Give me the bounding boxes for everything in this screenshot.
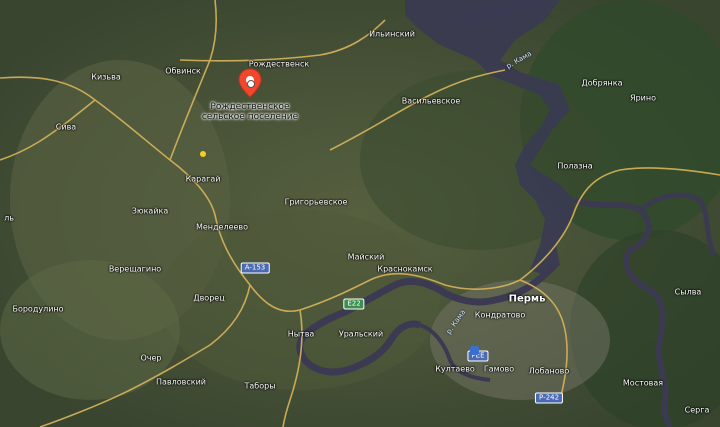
place-pavlovsky[interactable]: Павловский <box>156 378 206 387</box>
place-partial-left[interactable]: ль <box>4 214 14 223</box>
place-maysky[interactable]: Майский <box>348 253 385 262</box>
place-zyukayka[interactable]: Зюкайка <box>132 207 169 216</box>
place-siva[interactable]: Сива <box>56 123 76 132</box>
place-kondratovo[interactable]: Кондратово <box>475 311 525 320</box>
map-view[interactable]: Обвинск Рождественск Ильинский Кизьва Си… <box>0 0 720 427</box>
place-borodulino[interactable]: Бородулино <box>12 305 63 314</box>
place-kultaevo[interactable]: Култаево <box>435 365 475 374</box>
road-shield-e22: E22 <box>343 298 365 310</box>
road-shield-a153: A-153 <box>240 262 270 274</box>
place-polazna[interactable]: Полазна <box>557 162 592 171</box>
place-sylva[interactable]: Сылва <box>675 288 702 297</box>
place-uralsky[interactable]: Уральский <box>339 330 383 339</box>
place-vasilievskoe[interactable]: Васильевское <box>402 97 461 106</box>
place-dobryanka[interactable]: Добрянка <box>582 79 623 88</box>
place-dvorets[interactable]: Дворец <box>193 294 224 303</box>
place-kizva[interactable]: Кизьва <box>91 73 120 82</box>
place-perm[interactable]: Пермь <box>509 294 546 304</box>
poi-dot[interactable] <box>200 151 206 157</box>
place-ocher[interactable]: Очер <box>140 354 161 363</box>
selected-place-label-line1: Рождественское <box>210 102 290 112</box>
selected-place-label-line2: сельское поселение <box>201 112 299 122</box>
pin-anchor-dot <box>247 80 255 88</box>
place-vereshchagino[interactable]: Верещагино <box>109 265 161 274</box>
place-yarino[interactable]: Ярино <box>630 94 656 103</box>
place-karagay[interactable]: Карагай <box>186 175 221 184</box>
place-krasnokamsk[interactable]: Краснокамск <box>377 265 432 274</box>
place-nytva[interactable]: Нытва <box>288 330 315 339</box>
place-mostovaya[interactable]: Мостовая <box>623 379 663 388</box>
place-serga[interactable]: Серга <box>685 406 710 415</box>
selected-place-label[interactable]: Рождественское сельское поселение <box>202 102 298 122</box>
place-gamovo[interactable]: Гамово <box>484 365 514 374</box>
place-tabory[interactable]: Таборы <box>244 382 275 391</box>
road-shield-r242: Р-242 <box>534 392 564 404</box>
place-obvinsk[interactable]: Обвинск <box>165 67 201 76</box>
place-lobanovo[interactable]: Лобаново <box>529 367 569 376</box>
place-grigorievskoe[interactable]: Григорьевское <box>285 198 348 207</box>
airport-icon[interactable] <box>470 346 479 355</box>
satellite-terrain <box>0 0 720 427</box>
place-ilinsky[interactable]: Ильинский <box>369 30 415 39</box>
place-menderevo[interactable]: Менделеево <box>196 223 248 232</box>
